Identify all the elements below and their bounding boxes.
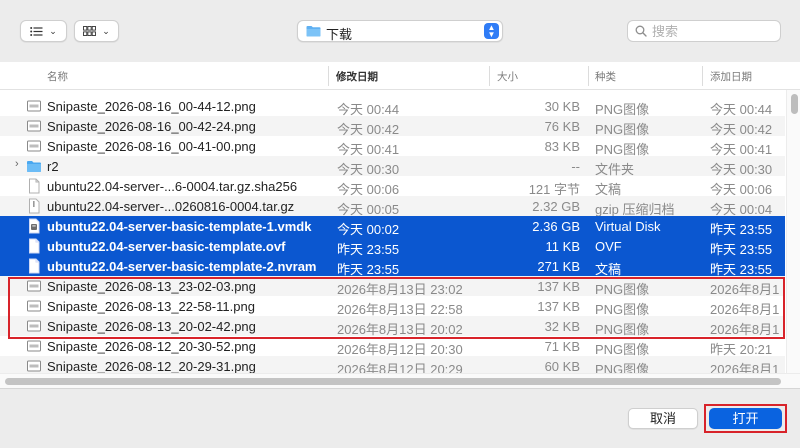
file-row[interactable]: › r2 今天 00:30 -- 文件夹 今天 00:30 <box>0 156 785 177</box>
open-button-highlight: 打开 <box>704 404 787 433</box>
grid-view-button[interactable]: ⌄ <box>74 20 119 42</box>
column-header-kind[interactable]: 种类 <box>595 69 616 84</box>
image-file-icon <box>26 98 42 114</box>
document-icon <box>26 238 42 254</box>
file-size: 71 KB <box>544 339 580 354</box>
file-name: Snipaste_2026-08-16_00-41-00.png <box>47 139 256 154</box>
file-row[interactable]: Snipaste_2026-08-16_00-41-00.png 今天 00:41… <box>0 136 785 157</box>
document-icon <box>26 258 42 274</box>
image-file-icon <box>26 358 42 374</box>
file-name: ubuntu22.04-server-basic-template-2.nvra… <box>47 259 317 274</box>
file-row-selected[interactable]: ubuntu22.04-server-basic-template-1.vmdk… <box>0 216 785 237</box>
column-divider <box>702 66 703 86</box>
column-header-bar: 名称 修改日期 大小 种类 添加日期 <box>0 62 800 90</box>
chevron-updown-icon: ▲ ▼ <box>484 23 499 39</box>
scrollbar-thumb[interactable] <box>791 94 798 114</box>
toolbar: ⌄ ⌄ 下载 ▲ ▼ <box>0 0 800 62</box>
list-view-icon <box>30 26 43 36</box>
file-name: Snipaste_2026-08-12_20-30-52.png <box>47 339 256 354</box>
column-divider <box>588 66 589 86</box>
file-row[interactable]: Snipaste_2026-08-12_20-30-52.png 2026年8月1… <box>0 336 785 357</box>
file-row[interactable]: Snipaste_2026-08-16_00-44-12.png 今天 00:44… <box>0 96 785 117</box>
file-name: ubuntu22.04-server-basic-template-1.vmdk <box>47 219 312 234</box>
file-size: 11 KB <box>545 239 580 254</box>
vertical-scrollbar[interactable] <box>786 90 800 373</box>
column-divider <box>489 66 490 86</box>
disk-file-icon <box>26 218 42 234</box>
column-header-date-added[interactable]: 添加日期 <box>710 69 752 84</box>
file-name: Snipaste_2026-08-16_00-44-12.png <box>47 99 256 114</box>
file-size: 137 KB <box>537 279 580 294</box>
file-row[interactable]: Snipaste_2026-08-13_22-58-11.png 2026年8月1… <box>0 296 785 317</box>
file-name: Snipaste_2026-08-16_00-42-24.png <box>47 119 256 134</box>
search-input[interactable] <box>652 23 772 39</box>
column-header-date-modified[interactable]: 修改日期 <box>336 69 378 84</box>
chevron-down-icon: ⌄ <box>49 25 57 36</box>
image-file-icon <box>26 138 42 154</box>
file-row-selected[interactable]: ubuntu22.04-server-basic-template.ovf 昨天 … <box>0 236 785 257</box>
file-kind: OVF <box>595 239 622 254</box>
file-size: -- <box>571 159 580 174</box>
file-size: 60 KB <box>544 359 580 374</box>
file-size: 30 KB <box>544 99 580 114</box>
file-row[interactable]: ubuntu22.04-server-...6-0004.tar.gz.sha2… <box>0 176 785 197</box>
file-name: ubuntu22.04-server-basic-template.ovf <box>47 239 286 254</box>
chevron-down-icon: ⌄ <box>102 25 110 36</box>
image-file-icon <box>26 338 42 354</box>
file-row-selected[interactable]: ubuntu22.04-server-basic-template-2.nvra… <box>0 256 785 277</box>
file-name: ubuntu22.04-server-...0260816-0004.tar.g… <box>47 199 295 214</box>
file-size: 271 KB <box>537 259 580 274</box>
file-name: Snipaste_2026-08-13_22-58-11.png <box>47 299 255 314</box>
file-row[interactable]: Snipaste_2026-08-13_23-02-03.png 2026年8月1… <box>0 276 785 297</box>
disclosure-chevron-icon[interactable]: › <box>15 158 19 170</box>
location-popup[interactable]: 下载 ▲ ▼ <box>297 20 503 42</box>
file-name: Snipaste_2026-08-13_20-02-42.png <box>47 319 256 334</box>
image-file-icon <box>26 118 42 134</box>
column-divider <box>328 66 329 86</box>
image-file-icon <box>26 298 42 314</box>
column-header-name[interactable]: 名称 <box>47 69 68 84</box>
file-size: 83 KB <box>544 139 580 154</box>
archive-icon <box>26 198 42 214</box>
file-size: 76 KB <box>544 119 580 134</box>
file-list[interactable]: 名称 修改日期 大小 种类 添加日期 Snipaste_2026-08-16_0… <box>0 62 800 388</box>
file-row[interactable]: ubuntu22.04-server-...0260816-0004.tar.g… <box>0 196 785 217</box>
file-row[interactable]: Snipaste_2026-08-16_00-42-24.png 今天 00:42… <box>0 116 785 137</box>
file-size: 2.36 GB <box>532 219 580 234</box>
image-file-icon <box>26 278 42 294</box>
grid-view-icon <box>83 26 97 36</box>
folder-icon <box>306 26 321 37</box>
horizontal-scrollbar[interactable] <box>0 373 800 388</box>
search-field[interactable] <box>627 20 781 42</box>
cancel-button[interactable]: 取消 <box>628 408 698 429</box>
document-icon <box>26 178 42 194</box>
file-size: 32 KB <box>544 319 580 334</box>
location-label: 下载 <box>326 27 353 42</box>
file-name: Snipaste_2026-08-12_20-29-31.png <box>47 359 256 374</box>
search-icon <box>635 25 647 37</box>
open-button[interactable]: 打开 <box>709 408 782 429</box>
file-size: 137 KB <box>537 299 580 314</box>
file-name: r2 <box>47 159 59 174</box>
file-row[interactable]: Snipaste_2026-08-13_20-02-42.png 2026年8月1… <box>0 316 785 337</box>
column-header-size[interactable]: 大小 <box>497 69 518 84</box>
scrollbar-thumb[interactable] <box>5 378 781 385</box>
dialog-footer: 取消 打开 <box>0 388 800 448</box>
list-view-button[interactable]: ⌄ <box>20 20 67 42</box>
image-file-icon <box>26 318 42 334</box>
file-name: ubuntu22.04-server-...6-0004.tar.gz.sha2… <box>47 179 298 194</box>
file-name: Snipaste_2026-08-13_23-02-03.png <box>47 279 256 294</box>
file-size: 2.32 GB <box>532 199 580 214</box>
file-kind: Virtual Disk <box>595 219 661 234</box>
folder-icon <box>26 158 42 174</box>
